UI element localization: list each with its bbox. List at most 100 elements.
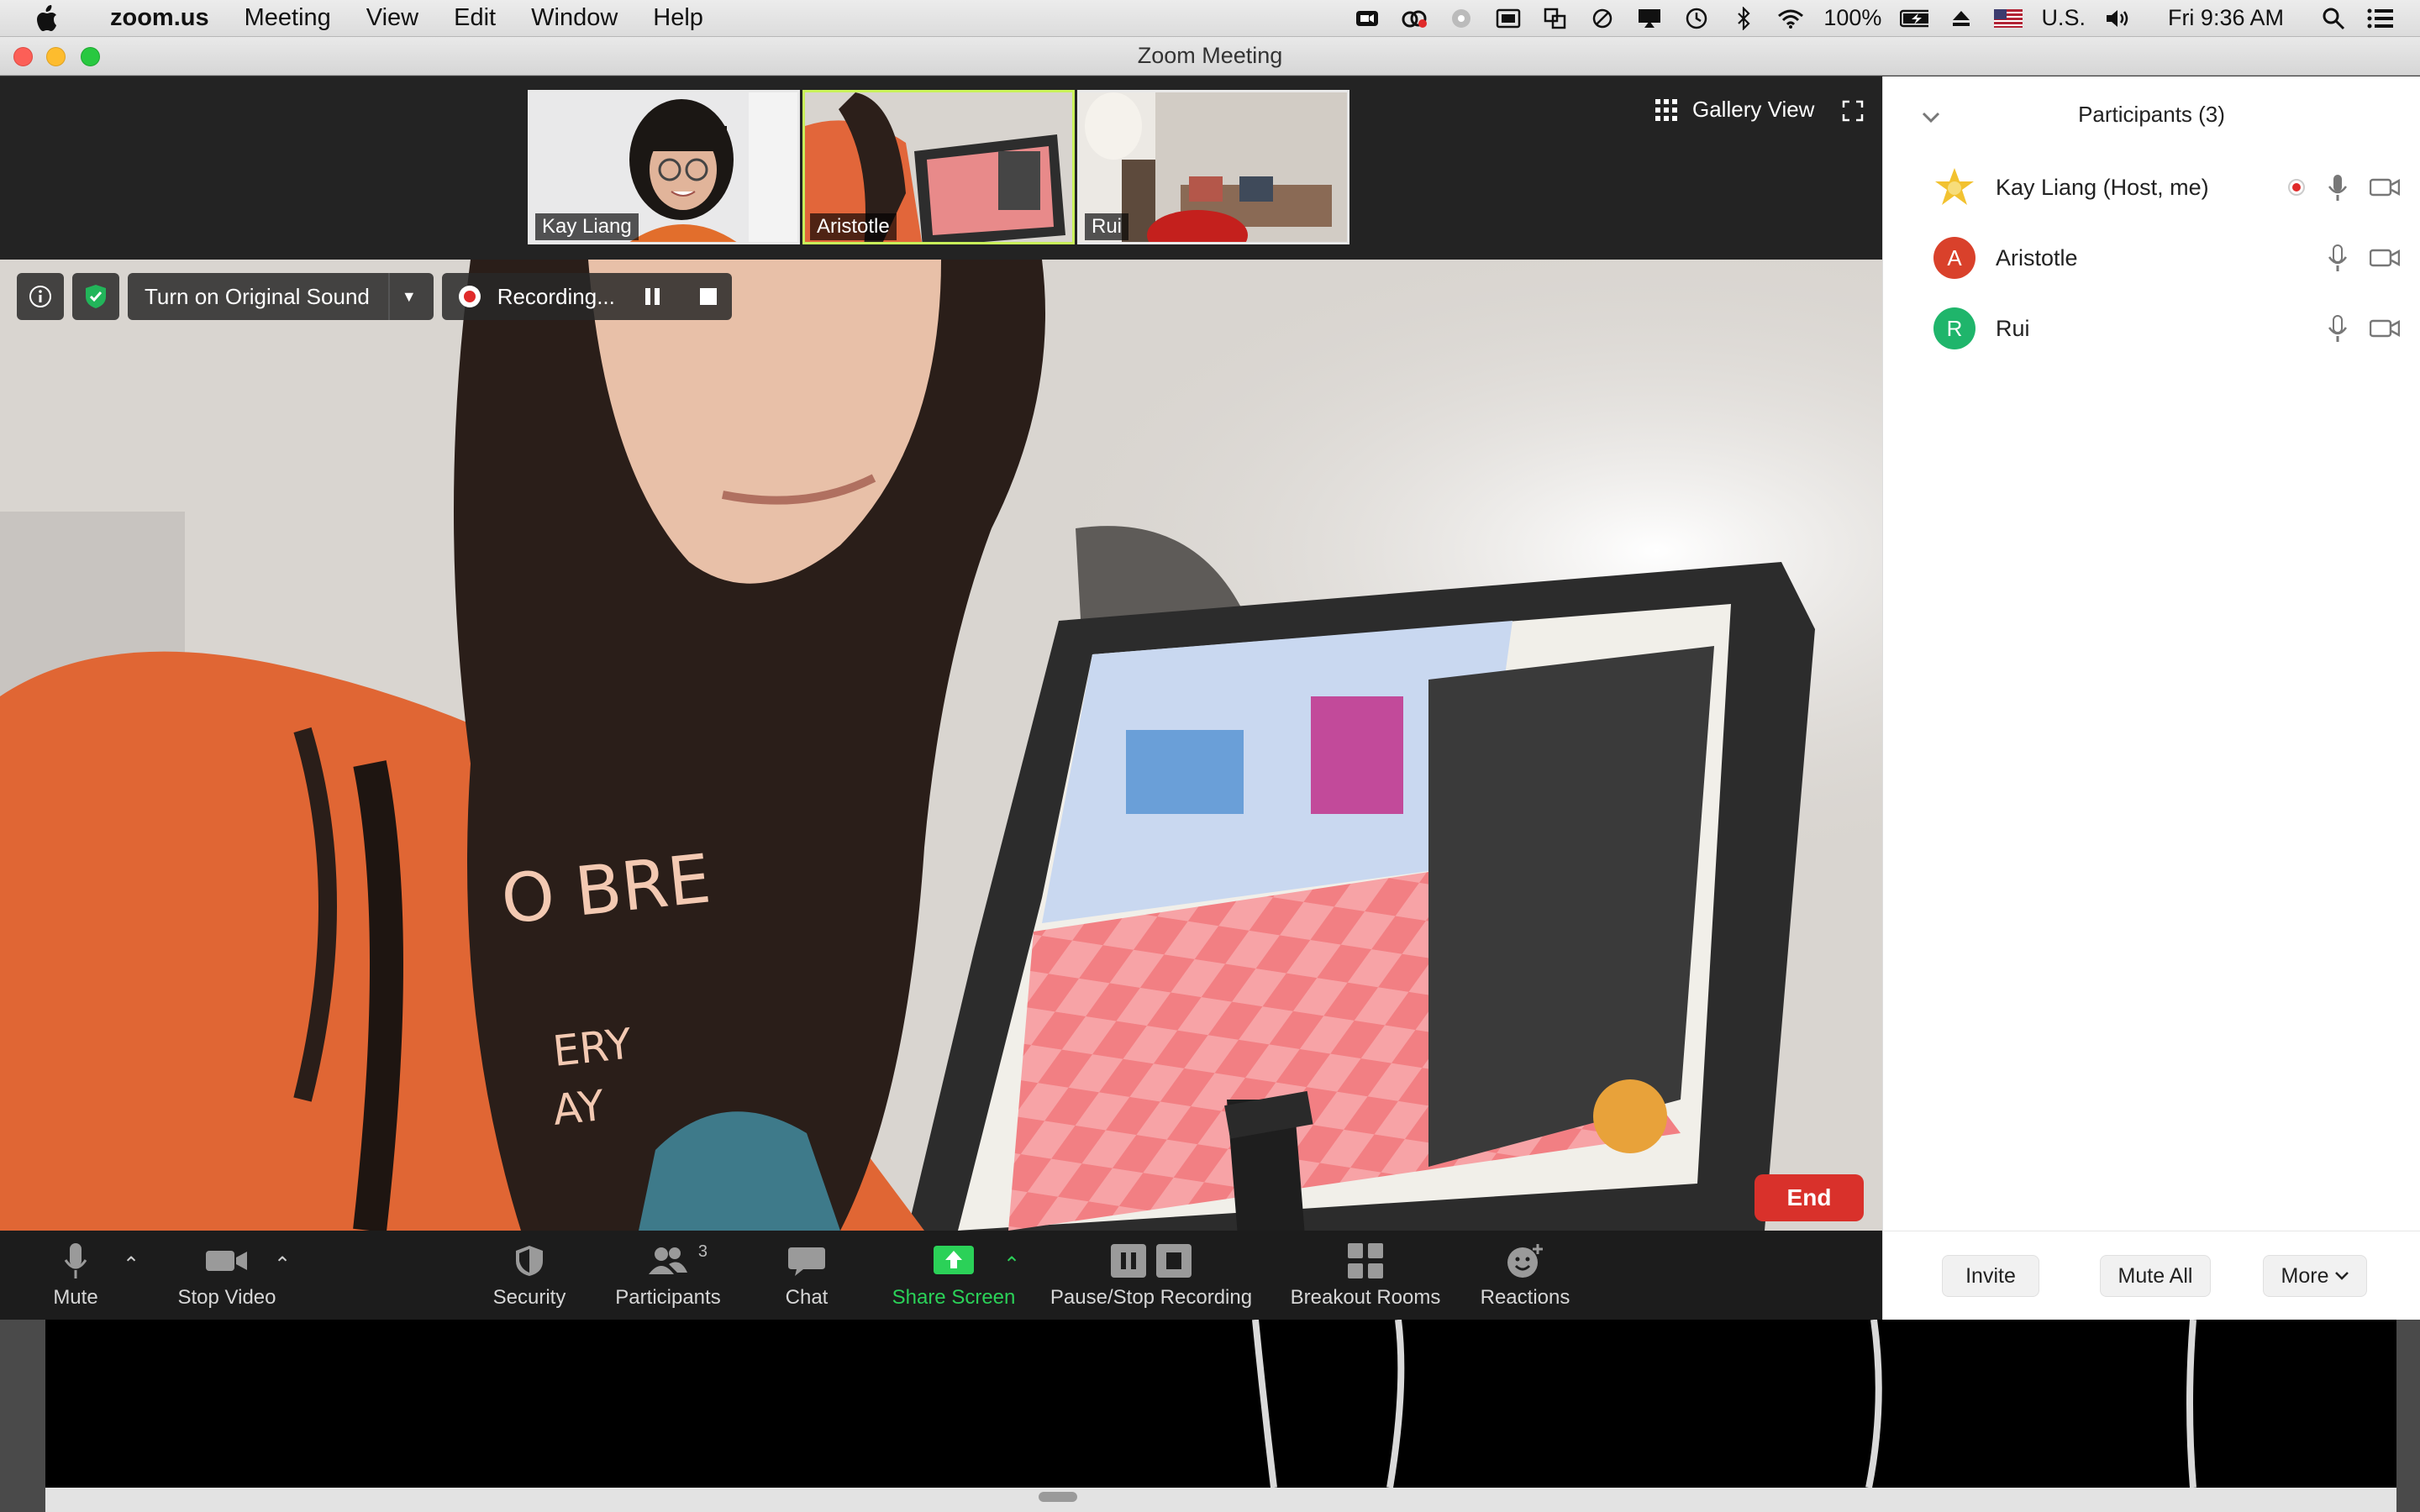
recording-indicator-icon	[2288, 179, 2305, 196]
participant-row-kay[interactable]: Kay Liang (Host, me)	[1883, 152, 2420, 223]
thumbnail-name-rui: Rui	[1085, 213, 1129, 240]
encryption-button[interactable]	[72, 273, 119, 320]
mute-button[interactable]: Mute	[42, 1231, 109, 1320]
participants-panel-header: Participants (3)	[1883, 76, 2420, 152]
share-screen-icon	[934, 1246, 974, 1274]
meeting-info-button[interactable]	[17, 273, 64, 320]
video-options-chevron-icon[interactable]: ⌃	[274, 1252, 291, 1277]
participant-row-rui[interactable]: R Rui	[1883, 293, 2420, 364]
video-thumbnail-kay[interactable]: Kay Liang	[528, 90, 800, 244]
star-avatar-icon	[1935, 168, 1974, 205]
menubar-clock[interactable]: Fri 9:36 AM	[2168, 5, 2284, 31]
participant-video-icon[interactable]	[2370, 318, 2400, 339]
menu-view[interactable]: View	[349, 4, 436, 32]
meeting-toolbar: Mute ⌃ Stop Video ⌃ Security 3 Participa…	[0, 1231, 1882, 1320]
breakout-rooms-button[interactable]: Breakout Rooms	[1286, 1231, 1445, 1320]
participants-button[interactable]: 3 Participants	[605, 1231, 731, 1320]
info-icon	[29, 286, 51, 307]
apple-icon[interactable]	[0, 4, 92, 32]
window-title-bar: Zoom Meeting	[0, 37, 2420, 76]
reactions-smiley-icon	[1507, 1244, 1543, 1278]
microphone-icon	[64, 1243, 87, 1278]
participant-video-icon[interactable]	[2370, 248, 2400, 268]
creative-cloud-icon[interactable]	[1400, 6, 1428, 31]
window-close-button[interactable]	[13, 47, 33, 66]
zoom-status-icon[interactable]	[1353, 6, 1381, 31]
menu-bar: zoom.us Meeting View Edit Window Help 10…	[0, 0, 2420, 37]
notification-center-icon[interactable]	[2366, 6, 2395, 31]
participant-avatar: A	[1933, 237, 1975, 279]
participants-label: Participants	[615, 1286, 721, 1309]
reactions-button[interactable]: Reactions	[1470, 1231, 1580, 1320]
window-minimize-button[interactable]	[46, 47, 66, 66]
participant-mic-icon[interactable]	[2328, 244, 2348, 272]
invite-button[interactable]: Invite	[1942, 1255, 2039, 1297]
eject-icon[interactable]	[1947, 6, 1975, 31]
mute-all-button[interactable]: Mute All	[2100, 1255, 2211, 1297]
do-not-disturb-icon[interactable]	[1588, 6, 1617, 31]
battery-percent[interactable]: 100%	[1823, 5, 1881, 31]
airplay-icon[interactable]	[1635, 6, 1664, 31]
more-button[interactable]: More	[2263, 1255, 2367, 1297]
meeting-overlay-controls: Turn on Original Sound ▼ Recording...	[17, 273, 732, 320]
chat-label: Chat	[785, 1286, 829, 1309]
fullscreen-icon[interactable]	[1842, 100, 1864, 126]
breakout-rooms-icon	[1348, 1243, 1383, 1278]
thumbnail-name-kay: Kay Liang	[535, 213, 639, 240]
menu-meeting[interactable]: Meeting	[227, 4, 349, 32]
active-speaker-video: O BRE ERY AY	[0, 260, 1882, 1231]
video-thumbnail-rui[interactable]: Rui	[1077, 90, 1349, 244]
participant-video-icon[interactable]	[2370, 177, 2400, 197]
security-label: Security	[492, 1286, 566, 1309]
original-sound-label: Turn on Original Sound	[145, 283, 370, 309]
participants-count: 3	[697, 1242, 708, 1261]
windows-icon[interactable]	[1541, 6, 1570, 31]
chevron-down-icon[interactable]: ▼	[402, 288, 417, 306]
wifi-icon[interactable]	[1776, 6, 1805, 31]
us-flag-icon[interactable]	[1994, 6, 2023, 31]
participant-mic-icon[interactable]	[2328, 314, 2348, 343]
time-machine-icon[interactable]	[1682, 6, 1711, 31]
participant-row-aristotle[interactable]: A Aristotle	[1883, 223, 2420, 293]
gallery-view-button[interactable]: Gallery View	[1655, 97, 1814, 123]
color-wheel-icon[interactable]	[1447, 6, 1476, 31]
participants-panel: Participants (3) Kay Liang (Host, me) A …	[1882, 76, 2420, 1320]
desktop-background	[0, 1320, 45, 1512]
video-thumbnail-aristotle[interactable]: Aristotle	[802, 90, 1075, 244]
battery-icon[interactable]	[1900, 6, 1929, 31]
menu-app-name[interactable]: zoom.us	[92, 4, 227, 32]
participant-name: Kay Liang (Host, me)	[1996, 174, 2209, 200]
spotlight-search-icon[interactable]	[2319, 6, 2348, 31]
menu-edit[interactable]: Edit	[436, 4, 513, 32]
share-options-chevron-icon[interactable]: ⌃	[1003, 1252, 1020, 1277]
bluetooth-icon[interactable]	[1729, 6, 1758, 31]
window-maximize-button[interactable]	[81, 47, 100, 66]
security-button[interactable]: Security	[479, 1231, 580, 1320]
display-icon[interactable]	[1494, 6, 1523, 31]
participants-panel-footer: Invite Mute All More	[1883, 1231, 2420, 1320]
participants-panel-title: Participants (3)	[2078, 101, 2225, 127]
svg-text:AY: AY	[550, 1081, 607, 1135]
chat-button[interactable]: Chat	[756, 1231, 857, 1320]
pause-recording-icon[interactable]	[644, 288, 660, 305]
menu-help[interactable]: Help	[635, 4, 721, 32]
stop-recording-icon[interactable]	[699, 288, 717, 305]
input-source[interactable]: U.S.	[2041, 5, 2086, 31]
stop-video-label: Stop Video	[177, 1286, 276, 1309]
desktop-background-right	[2396, 1320, 2420, 1512]
original-sound-button[interactable]: Turn on Original Sound ▼	[128, 273, 434, 320]
stop-video-button[interactable]: Stop Video	[168, 1231, 286, 1320]
thumbnail-strip: Kay Liang Aristotle Rui Gallery View	[0, 76, 1882, 260]
stop-icon	[1156, 1244, 1192, 1278]
pause-stop-recording-button[interactable]: Pause/Stop Recording	[1042, 1231, 1260, 1320]
background-window-scroll-handle[interactable]	[1039, 1492, 1077, 1502]
menu-window[interactable]: Window	[513, 4, 635, 32]
recording-label: Recording...	[497, 283, 615, 309]
volume-icon[interactable]	[2104, 6, 2133, 31]
end-meeting-button[interactable]: End	[1754, 1174, 1864, 1221]
collapse-chevron-icon[interactable]	[1922, 103, 1940, 129]
audio-options-chevron-icon[interactable]: ⌃	[123, 1252, 139, 1277]
reactions-label: Reactions	[1480, 1286, 1570, 1309]
participant-name: Aristotle	[1996, 244, 2078, 270]
participant-mic-icon[interactable]	[2328, 173, 2348, 202]
